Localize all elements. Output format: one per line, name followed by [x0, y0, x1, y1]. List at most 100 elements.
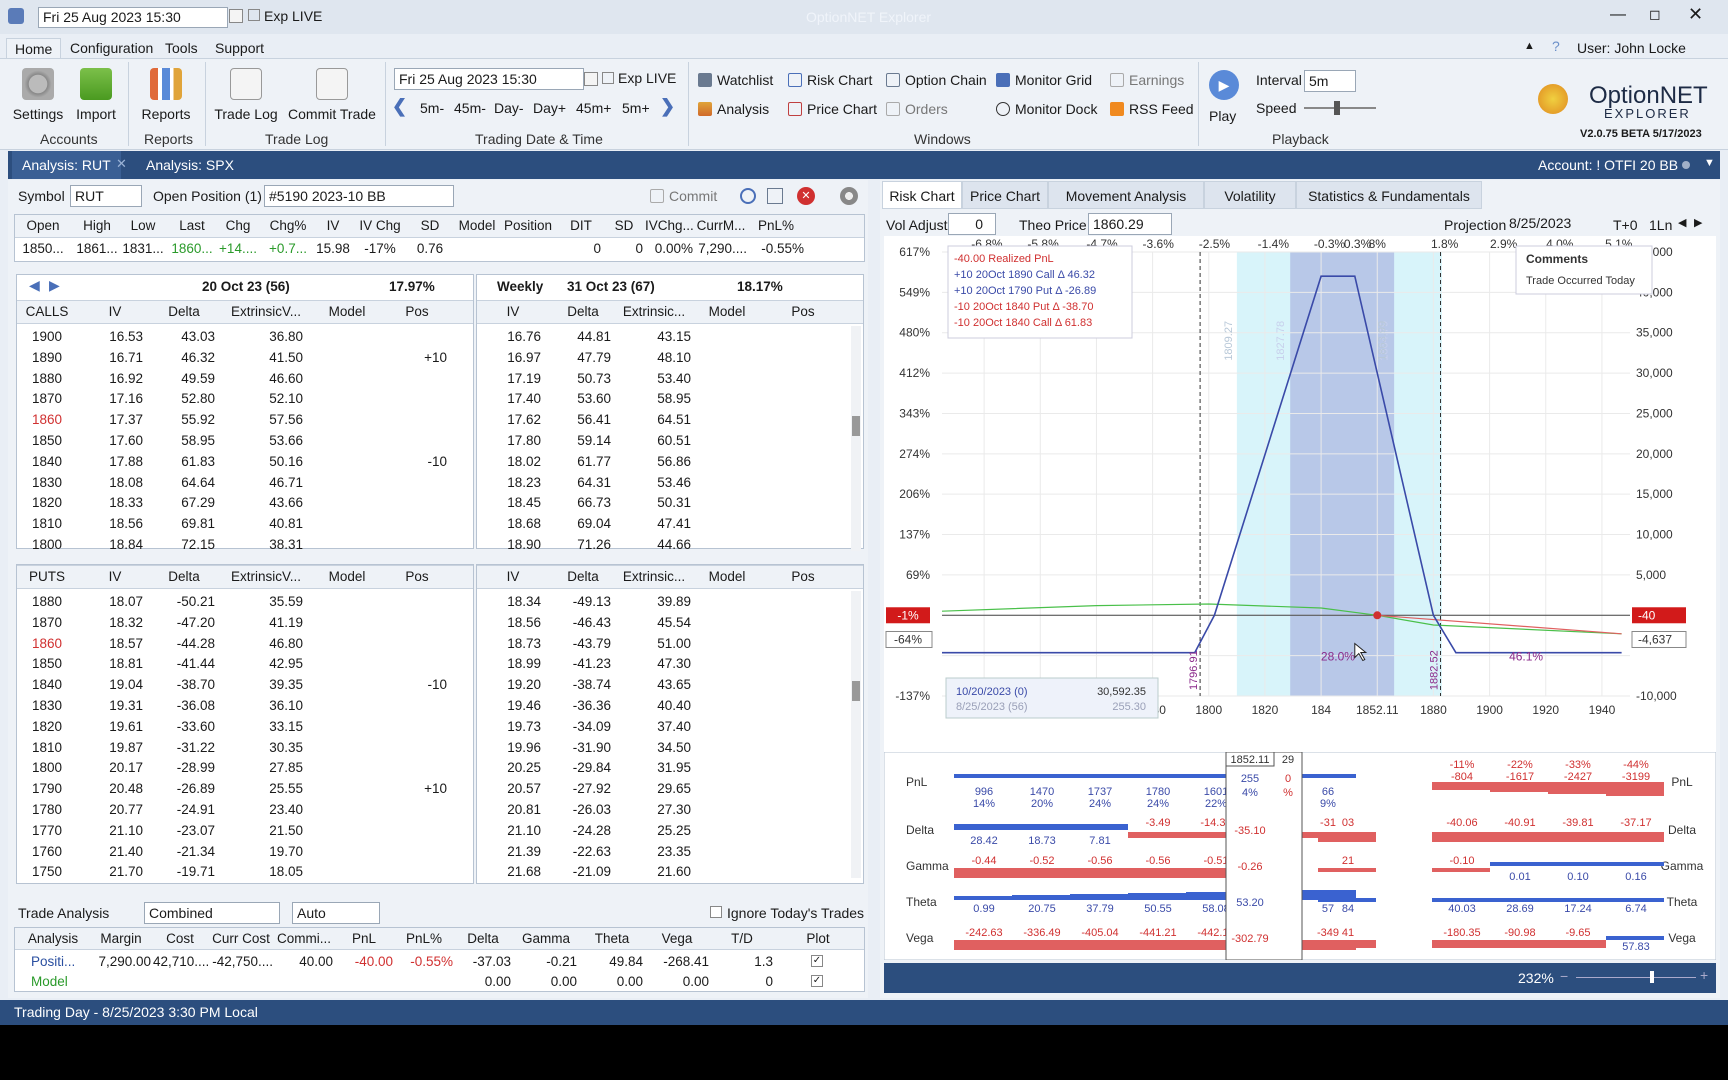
- dropdown-icon[interactable]: ▼: [1704, 157, 1715, 169]
- risk-chart-button[interactable]: Risk Chart: [788, 72, 872, 88]
- chain-row[interactable]: 18.90 71.26 44.66: [477, 534, 863, 555]
- chain-row[interactable]: 1900 16.53 43.03 36.80: [17, 326, 473, 347]
- exp-live-checkbox[interactable]: [602, 72, 614, 84]
- step-45m-forward[interactable]: 45m+: [576, 100, 611, 116]
- t0-label[interactable]: T+0: [1613, 217, 1638, 233]
- zoom-out-icon[interactable]: −: [1560, 968, 1568, 984]
- earnings-button[interactable]: Earnings: [1110, 72, 1184, 88]
- chart-tab[interactable]: Volatility: [1204, 181, 1296, 209]
- chain-row[interactable]: 17.80 59.14 60.51: [477, 430, 863, 451]
- step-back-icon[interactable]: ❮: [392, 96, 407, 117]
- trading-date-input[interactable]: Fri 25 Aug 2023 15:30: [394, 68, 584, 90]
- chain-row[interactable]: 16.76 44.81 43.15: [477, 326, 863, 347]
- trade-log-button[interactable]: Trade Log: [212, 68, 280, 122]
- prev-icon[interactable]: ◀: [1678, 216, 1686, 229]
- nav-next-icon[interactable]: ▶: [49, 277, 60, 294]
- grid-icon[interactable]: [767, 188, 783, 204]
- chain-row[interactable]: 18.45 66.73 50.31: [477, 492, 863, 513]
- chain-row[interactable]: 1790 20.48 -26.89 25.55 +10: [17, 778, 473, 799]
- collapse-ribbon-icon[interactable]: ▲: [1524, 40, 1535, 52]
- chain-row[interactable]: 18.99 -41.23 47.30: [477, 653, 863, 674]
- gear-icon[interactable]: [840, 187, 858, 205]
- chain-row[interactable]: 19.20 -38.74 43.65: [477, 674, 863, 695]
- chain-row[interactable]: 20.57 -27.92 29.65: [477, 778, 863, 799]
- chain-row[interactable]: 1830 19.31 -36.08 36.10: [17, 695, 473, 716]
- vol-adjust-input[interactable]: 0: [948, 213, 996, 235]
- chain-row[interactable]: 19.96 -31.90 34.50: [477, 737, 863, 758]
- tab-home[interactable]: Home: [6, 38, 62, 60]
- chain-row[interactable]: 16.97 47.79 48.10: [477, 347, 863, 368]
- speed-slider[interactable]: [1304, 107, 1376, 109]
- next-icon[interactable]: ▶: [1694, 216, 1702, 229]
- chart-tab[interactable]: Movement Analysis: [1048, 181, 1204, 209]
- ignore-trades-checkbox[interactable]: [710, 906, 722, 918]
- chain-row[interactable]: 17.62 56.41 64.51: [477, 409, 863, 430]
- chain-row[interactable]: 1840 19.04 -38.70 39.35 -10: [17, 674, 473, 695]
- rss-feed-button[interactable]: RSS Feed: [1110, 101, 1194, 117]
- interval-select[interactable]: 5m: [1304, 70, 1356, 92]
- chain-row[interactable]: 18.34 -49.13 39.89: [477, 591, 863, 612]
- risk-chart[interactable]: -6.8% -5.8% -4.7% -3.6% -2.5% -1.4% -0.3%0.3%8…: [884, 236, 1716, 752]
- theo-price-input[interactable]: 1860.29: [1088, 213, 1172, 235]
- step-day-forward[interactable]: Day+: [533, 100, 566, 116]
- scrollbar[interactable]: [851, 591, 861, 879]
- ta-row[interactable]: Model 0.00 0.00 0.00 0.00 0 ✓: [15, 971, 864, 992]
- chain-row[interactable]: 1770 21.10 -23.07 21.50: [17, 820, 473, 841]
- tab-configuration[interactable]: Configuration: [62, 38, 161, 60]
- calendar-icon[interactable]: [229, 9, 243, 23]
- chain-row[interactable]: 18.68 69.04 47.41: [477, 513, 863, 534]
- chain-row[interactable]: 20.81 -26.03 27.30: [477, 799, 863, 820]
- chain-row[interactable]: 18.56 -46.43 45.54: [477, 612, 863, 633]
- monitor-grid-button[interactable]: Monitor Grid: [996, 72, 1092, 88]
- remove-icon[interactable]: ✕: [797, 187, 815, 205]
- trade-analysis-auto-select[interactable]: Auto: [292, 902, 380, 924]
- close-tab-icon[interactable]: ✕: [116, 156, 127, 172]
- chain-row[interactable]: 1750 21.70 -19.71 18.05: [17, 861, 473, 882]
- chain-row[interactable]: 19.73 -34.09 37.40: [477, 716, 863, 737]
- monitor-dock-button[interactable]: Monitor Dock: [996, 101, 1097, 117]
- chain-row[interactable]: 1810 19.87 -31.22 30.35: [17, 737, 473, 758]
- help-icon[interactable]: ?: [1552, 38, 1560, 54]
- tab-support[interactable]: Support: [207, 38, 272, 60]
- settings-button[interactable]: Settings: [12, 68, 64, 122]
- nav-prev-icon[interactable]: ◀: [29, 277, 40, 294]
- chain-row[interactable]: 1880 16.92 49.59 46.60: [17, 368, 473, 389]
- chain-row[interactable]: 1850 18.81 -41.44 42.95: [17, 653, 473, 674]
- play-icon[interactable]: ▶: [1209, 70, 1239, 100]
- ta-row[interactable]: Positi... 7,290.00 42,710.... -42,750.... 40…: [15, 951, 864, 972]
- import-button[interactable]: Import: [70, 68, 122, 122]
- trade-analysis-mode-select[interactable]: Combined: [144, 902, 280, 924]
- chain-row[interactable]: 1810 18.56 69.81 40.81: [17, 513, 473, 534]
- chain-row[interactable]: 1840 17.88 61.83 50.16 -10: [17, 451, 473, 472]
- step-forward-icon[interactable]: ❯: [660, 96, 675, 117]
- tab-analysis-rut[interactable]: Analysis: RUT: [12, 151, 121, 179]
- chain-row[interactable]: 1860 18.57 -44.28 46.80: [17, 633, 473, 654]
- zoom-in-icon[interactable]: +: [1700, 967, 1708, 983]
- chain-row[interactable]: 18.23 64.31 53.46: [477, 472, 863, 493]
- oneln-label[interactable]: 1Ln: [1649, 217, 1672, 233]
- date-input[interactable]: Fri 25 Aug 2023 15:30: [38, 7, 228, 28]
- chain-row[interactable]: 21.39 -22.63 23.35: [477, 841, 863, 862]
- price-chart-button[interactable]: Price Chart: [788, 101, 877, 117]
- reports-button[interactable]: Reports: [136, 68, 196, 122]
- chain-row[interactable]: 1890 16.71 46.32 41.50 +10: [17, 347, 473, 368]
- step-5m-back[interactable]: 5m-: [420, 100, 444, 116]
- tab-tools[interactable]: Tools: [157, 38, 206, 60]
- commit-trade-button[interactable]: Commit Trade: [286, 68, 378, 122]
- chain-row[interactable]: 1880 18.07 -50.21 35.59: [17, 591, 473, 612]
- scrollbar-thumb[interactable]: [852, 681, 860, 701]
- chain-row[interactable]: 17.40 53.60 58.95: [477, 388, 863, 409]
- symbol-select[interactable]: RUT: [70, 185, 142, 207]
- chart-tab[interactable]: Risk Chart: [882, 181, 962, 209]
- analysis-button[interactable]: Analysis: [698, 101, 769, 117]
- chain-row[interactable]: 1780 20.77 -24.91 23.40: [17, 799, 473, 820]
- chain-row[interactable]: 1850 17.60 58.95 53.66: [17, 430, 473, 451]
- chain-row[interactable]: 18.73 -43.79 51.00: [477, 633, 863, 654]
- chain-row[interactable]: 1760 21.40 -21.34 19.70: [17, 841, 473, 862]
- orders-button[interactable]: Orders: [886, 101, 948, 117]
- step-45m-back[interactable]: 45m-: [454, 100, 486, 116]
- chain-row[interactable]: 1800 18.84 72.15 38.31: [17, 534, 473, 555]
- step-day-back[interactable]: Day-: [494, 100, 524, 116]
- minimize-icon[interactable]: —: [1610, 6, 1626, 24]
- speed-slider-handle[interactable]: [1334, 101, 1340, 115]
